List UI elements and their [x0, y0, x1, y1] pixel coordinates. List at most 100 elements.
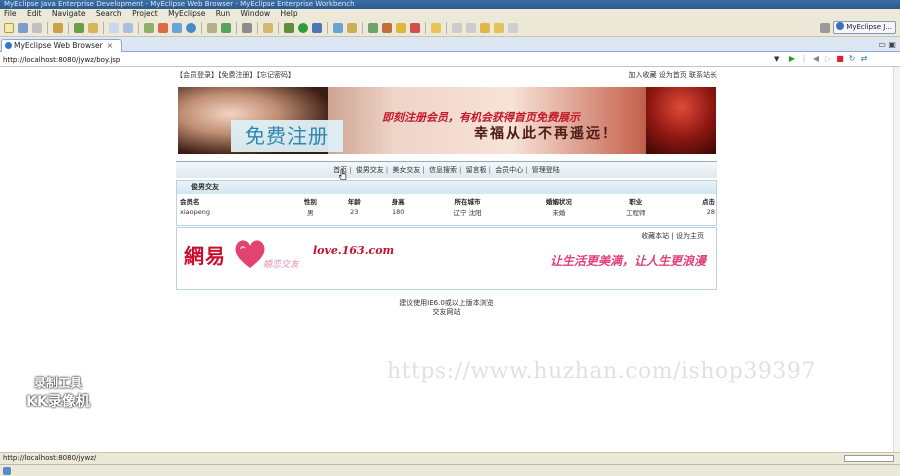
vertical-scrollbar[interactable] — [893, 67, 900, 452]
menu-project[interactable]: Project — [128, 9, 162, 19]
external-tools-icon[interactable] — [312, 22, 322, 33]
nav-search[interactable]: 信息搜索 — [429, 166, 457, 174]
nav-admin-login[interactable]: 管理登陆 — [532, 166, 560, 174]
menu-window[interactable]: Window — [237, 9, 275, 19]
annotation-icon[interactable] — [452, 22, 462, 33]
server-start-icon[interactable] — [158, 22, 168, 33]
open-type-icon[interactable] — [368, 22, 378, 33]
task-icon[interactable] — [410, 22, 420, 33]
view-window-buttons[interactable]: ▭ ▣ — [878, 40, 896, 49]
menu-edit[interactable]: Edit — [23, 9, 46, 19]
edit-icon[interactable] — [109, 22, 119, 33]
tab-myeclipse-web-browser[interactable]: MyEclipse Web Browser × — [1, 39, 123, 52]
refresh-icon[interactable]: ↻ — [847, 54, 857, 64]
forward-icon[interactable]: ▷ — [823, 54, 833, 64]
nav-separator: | — [525, 166, 528, 174]
print-icon[interactable] — [32, 22, 42, 33]
free-register-text[interactable]: 免费注册 — [231, 120, 343, 152]
register-banner[interactable]: 免费注册 即刻注册会员，有机会获得首页免费展示 幸福从此不再遥远！ — [178, 87, 716, 154]
menu-search[interactable]: Search — [92, 9, 126, 19]
app-icon[interactable] — [3, 467, 11, 475]
menu-bar: File Edit Navigate Search Project MyEcli… — [0, 9, 900, 19]
new-icon[interactable] — [4, 22, 14, 33]
nav-girls[interactable]: 美女交友 — [392, 166, 420, 174]
toolbar-separator — [236, 21, 237, 34]
open-perspective-icon[interactable] — [242, 22, 252, 33]
copyright: 建议使用IE6.0或以上版本浏览 交友网站 — [176, 299, 717, 317]
site-links[interactable]: 加入收藏 设为首页 联系站长 — [629, 67, 717, 84]
menu-file[interactable]: File — [0, 9, 21, 19]
close-icon[interactable]: × — [107, 41, 113, 50]
cell-marital: 未婚 — [552, 209, 566, 217]
hand-cursor-icon — [339, 169, 347, 180]
last-edit-icon[interactable] — [480, 22, 490, 33]
toolbar-separator — [138, 21, 139, 34]
separator-icon: | — [802, 54, 806, 63]
chevron-down-icon[interactable]: ▼ — [774, 55, 779, 63]
toolbar-separator — [201, 21, 202, 34]
cell-job: 工程师 — [625, 209, 646, 217]
col-username: 会员名 — [180, 197, 200, 206]
cell-age: 23 — [350, 208, 359, 216]
edit2-icon[interactable] — [123, 22, 133, 33]
top-links: 【会员登录】【免费注册】【忘记密码】 加入收藏 设为首页 联系站长 — [176, 67, 717, 84]
col-height: 身高 — [391, 197, 405, 206]
open-resource-icon[interactable] — [382, 22, 392, 33]
new-package-icon[interactable] — [347, 22, 357, 33]
perspective-switcher: MyEclipse J... — [818, 21, 896, 34]
deploy-icon[interactable] — [144, 22, 154, 33]
sync-icon[interactable]: ⇄ — [859, 54, 869, 64]
web-icon[interactable] — [221, 22, 231, 33]
browser-tools: ▶ | ◀ ▷ ■ ↻ ⇄ — [786, 54, 870, 64]
forward-icon[interactable] — [508, 22, 518, 33]
refresh-icon[interactable] — [172, 22, 182, 33]
member-links[interactable]: 【会员登录】【免费注册】【忘记密码】 — [176, 67, 295, 84]
watermark-text: https://www.huzhan.com/ishop39397 — [387, 359, 816, 384]
col-age: 年龄 — [347, 197, 361, 206]
globe-icon[interactable] — [186, 22, 196, 33]
menu-myeclipse[interactable]: MyEclipse — [164, 9, 209, 19]
menu-help[interactable]: Help — [277, 9, 302, 19]
package-icon[interactable] — [88, 22, 98, 33]
run-icon[interactable] — [298, 22, 308, 33]
folder-icon[interactable] — [431, 22, 441, 33]
search-icon[interactable] — [396, 22, 406, 33]
server-icon[interactable] — [53, 22, 63, 33]
stop-icon[interactable]: ■ — [835, 54, 845, 64]
bug-icon[interactable] — [74, 22, 84, 33]
nav-boys[interactable]: 俊男交友 — [356, 166, 384, 174]
nav-member-center[interactable]: 会员中心 — [495, 166, 523, 174]
library-icon[interactable] — [207, 22, 217, 33]
browser-content: 【会员登录】【免费注册】【忘记密码】 加入收藏 设为首页 联系站长 免费注册 即… — [0, 67, 893, 452]
menu-navigate[interactable]: Navigate — [48, 9, 90, 19]
go-icon[interactable]: ▶ — [787, 54, 797, 64]
perspective-button[interactable]: MyEclipse J... — [833, 21, 896, 34]
nav-guestbook[interactable]: 留言板 — [466, 166, 487, 174]
back-icon[interactable] — [494, 22, 504, 33]
roses-photo — [646, 87, 716, 154]
footer-links[interactable]: 收藏本站 | 设为主页 — [641, 231, 704, 241]
table-icon[interactable] — [263, 22, 273, 33]
love-site-url[interactable]: love.163.com — [313, 244, 394, 257]
cell-username[interactable]: xiaopeng — [177, 207, 288, 217]
debug-icon[interactable] — [284, 22, 294, 33]
recorder-line1: 录制工具 — [33, 376, 82, 390]
cell-clicks: 28 — [706, 208, 715, 216]
tab-label: MyEclipse Web Browser — [14, 41, 103, 50]
new-class-icon[interactable] — [333, 22, 343, 33]
url-input[interactable] — [0, 54, 780, 66]
save-icon[interactable] — [18, 22, 28, 33]
table-row[interactable]: xiaopeng 男 23 180 辽宁 沈阳 未婚 工程师 28 — [177, 207, 716, 217]
menu-run[interactable]: Run — [212, 9, 234, 19]
netease-logo: 網易 — [184, 244, 226, 268]
open-perspective-icon[interactable] — [820, 22, 831, 33]
toolbar-separator — [327, 21, 328, 34]
web-page: 【会员登录】【免费注册】【忘记密码】 加入收藏 设为首页 联系站长 免费注册 即… — [176, 67, 717, 316]
next-annotation-icon[interactable] — [466, 22, 476, 33]
back-icon[interactable]: ◀ — [811, 54, 821, 64]
nav-separator: | — [422, 166, 425, 174]
myeclipse-icon — [836, 22, 845, 30]
banner-motto: 幸福从此不再遥远！ — [474, 126, 618, 142]
address-bar: ▼ ▶ | ◀ ▷ ■ ↻ ⇄ — [0, 53, 900, 67]
col-clicks: 点击 — [702, 197, 715, 206]
